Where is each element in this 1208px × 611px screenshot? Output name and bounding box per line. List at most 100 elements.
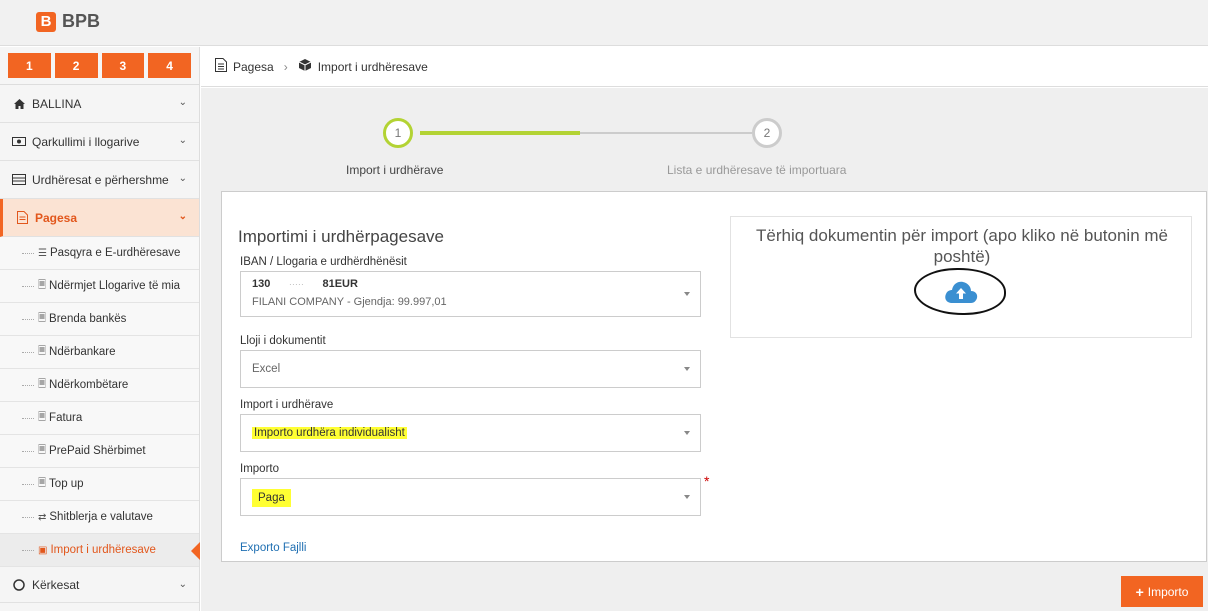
import-button[interactable]: + Importo (1121, 576, 1203, 607)
breadcrumb: Pagesa › Import i urdhëresave (201, 47, 1208, 87)
logo[interactable]: B BPB (36, 11, 100, 32)
sidebar-subitem-nderbankare[interactable]: 🗏 Ndërbankare (0, 336, 199, 369)
sidebar-subitem-ndermjet-llogarive[interactable]: 🗏 Ndërmjet Llogarive të mia (0, 270, 199, 303)
sidebar-item-label: Qarkullimi i llogarive (32, 134, 140, 149)
sidebar-subitem-prepaid[interactable]: 🗏 PrePaid Shërbimet (0, 435, 199, 468)
document-icon (15, 211, 29, 224)
sidebar: 1 2 3 4 BALLINA ⌄ Qarkullimi i llogarive… (0, 47, 200, 611)
number-tabs: 1 2 3 4 (0, 47, 199, 85)
iban-value-line1: 130 ····· 81EUR (252, 278, 358, 290)
importo-label: Importo (240, 463, 279, 475)
iban-value-line2: FILANI COMPANY - Gjendja: 99.997,01 (252, 296, 447, 308)
doc-type-label: Lloji i dokumentit (240, 335, 326, 347)
sidebar-subitem-nderkombetare[interactable]: 🗏 Ndërkombëtare (0, 369, 199, 402)
home-icon (12, 98, 26, 110)
box-icon: ▣ (38, 544, 48, 556)
number-tab-2[interactable]: 2 (54, 53, 98, 78)
document-icon (215, 58, 227, 75)
required-asterisk: * (704, 473, 710, 489)
list-icon: ☰ (38, 247, 47, 259)
number-tab-1[interactable]: 1 (8, 53, 51, 78)
box-icon (298, 58, 312, 75)
chevron-down-icon: ⌄ (178, 211, 187, 222)
chevron-down-icon: ⌄ (178, 579, 187, 590)
money-icon (12, 136, 26, 148)
sidebar-subitem-label: Shitblerja e valutave (49, 511, 153, 523)
importo-value: Paga (252, 489, 291, 507)
number-tab-4[interactable]: 4 (148, 53, 191, 78)
iban-select[interactable]: 130 ····· 81EUR FILANI COMPANY - Gjendja… (240, 271, 701, 317)
iban-prefix: 130 (252, 278, 271, 290)
logo-text: BPB (62, 11, 101, 31)
import-type-value-wrap: Importo urdhëra individualisht (252, 427, 407, 439)
logo-mark: B (36, 11, 56, 32)
top-bar: B BPB (0, 0, 1208, 46)
table-icon (12, 174, 26, 186)
breadcrumb-parent[interactable]: Pagesa (233, 60, 274, 74)
sidebar-item-urdheresat-perhershme[interactable]: Urdhëresat e përhershme ⌄ (0, 161, 199, 199)
doc-icon: 🗏 (38, 411, 47, 423)
import-button-label: Importo (1147, 584, 1189, 599)
sidebar-item-qarkullimi[interactable]: Qarkullimi i llogarive ⌄ (0, 123, 199, 161)
sidebar-item-label: Pagesa (35, 210, 78, 225)
sidebar-subitem-label: Fatura (49, 412, 83, 424)
import-type-label: Import i urdhërave (240, 399, 334, 411)
step-1-label: Import i urdhërave (346, 163, 444, 177)
doc-icon: 🗏 (38, 444, 47, 456)
sidebar-subitem-label: Import i urdhëresave (50, 544, 156, 556)
caret-down-icon (684, 292, 690, 296)
sidebar-subitem-label: Pasqyra e E-urdhëresave (49, 247, 181, 259)
importo-select[interactable]: Paga (240, 478, 701, 516)
sidebar-subitem-pasqyra[interactable]: ☰ Pasqyra e E-urdhëresave (0, 237, 199, 270)
step-1-circle[interactable]: 1 (383, 118, 413, 148)
export-file-link[interactable]: Exporto Fajlli (240, 542, 306, 554)
sidebar-subitem-label: Brenda bankës (49, 313, 127, 325)
doc-type-value: Excel (252, 363, 281, 375)
step-2-circle[interactable]: 2 (752, 118, 782, 148)
number-tab-3[interactable]: 3 (101, 53, 145, 78)
sidebar-subitem-label: Ndërbankare (49, 346, 116, 358)
import-type-value: Importo urdhëra individualisht (252, 427, 407, 439)
importo-value-wrap: Paga (252, 487, 291, 509)
doc-icon: 🗏 (38, 279, 47, 291)
sidebar-item-label: Kërkesat (32, 577, 80, 592)
exchange-icon: ⇄ (38, 511, 47, 523)
sidebar-subitem-label: Ndërmjet Llogarive të mia (49, 280, 181, 292)
circle-icon (12, 578, 26, 591)
caret-down-icon (684, 495, 690, 499)
chevron-down-icon: ⌄ (178, 135, 187, 146)
dropzone-text: Tërhiq dokumentin për import (apo kliko … (756, 226, 1168, 266)
sidebar-item-label: BALLINA (32, 96, 82, 111)
file-dropzone[interactable]: Tërhiq dokumentin për import (apo kliko … (730, 216, 1192, 338)
doc-icon: 🗏 (38, 477, 47, 489)
doc-icon: 🗏 (38, 312, 47, 324)
sidebar-subitem-brenda-bankes[interactable]: 🗏 Brenda bankës (0, 303, 199, 336)
sidebar-subitem-fatura[interactable]: 🗏 Fatura (0, 402, 199, 435)
sidebar-subitem-label: PrePaid Shërbimet (49, 445, 146, 457)
sidebar-subitem-shitblerja[interactable]: ⇄ Shitblerja e valutave (0, 501, 199, 534)
doc-type-select[interactable]: Excel (240, 350, 701, 388)
step-progress-line-inactive (580, 132, 752, 134)
import-type-select[interactable]: Importo urdhëra individualisht (240, 414, 701, 452)
form-title: Importimi i urdhërpagesave (238, 227, 444, 246)
doc-icon: 🗏 (38, 345, 47, 357)
sidebar-subitem-top-up[interactable]: 🗏 Top up (0, 468, 199, 501)
main-content: 1 2 Import i urdhërave Lista e urdhëresa… (201, 88, 1208, 611)
sidebar-item-ballina[interactable]: BALLINA ⌄ (0, 85, 199, 123)
redacted-mark: ····· (288, 279, 304, 289)
sidebar-item-label: Urdhëresat e përhershme (32, 172, 169, 187)
sidebar-subitem-import[interactable]: ▣ Import i urdhëresave (0, 534, 200, 567)
cloud-upload-icon[interactable] (944, 279, 978, 305)
plus-icon: + (1135, 583, 1144, 600)
sidebar-item-kerkesat[interactable]: Kërkesat ⌄ (0, 567, 199, 603)
step-2-label: Lista e urdhëresave të importuara (667, 163, 847, 177)
chevron-down-icon: ⌄ (178, 97, 187, 108)
sidebar-item-pagesa[interactable]: Pagesa ⌄ (0, 199, 199, 237)
caret-down-icon (684, 367, 690, 371)
chevron-down-icon: ⌄ (178, 173, 187, 184)
iban-label: IBAN / Llogaria e urdhërdhënësit (240, 256, 407, 268)
sidebar-subitem-label: Ndërkombëtare (49, 379, 129, 391)
sidebar-subitem-label: Top up (49, 478, 84, 490)
caret-down-icon (684, 431, 690, 435)
doc-icon: 🗏 (38, 378, 47, 390)
